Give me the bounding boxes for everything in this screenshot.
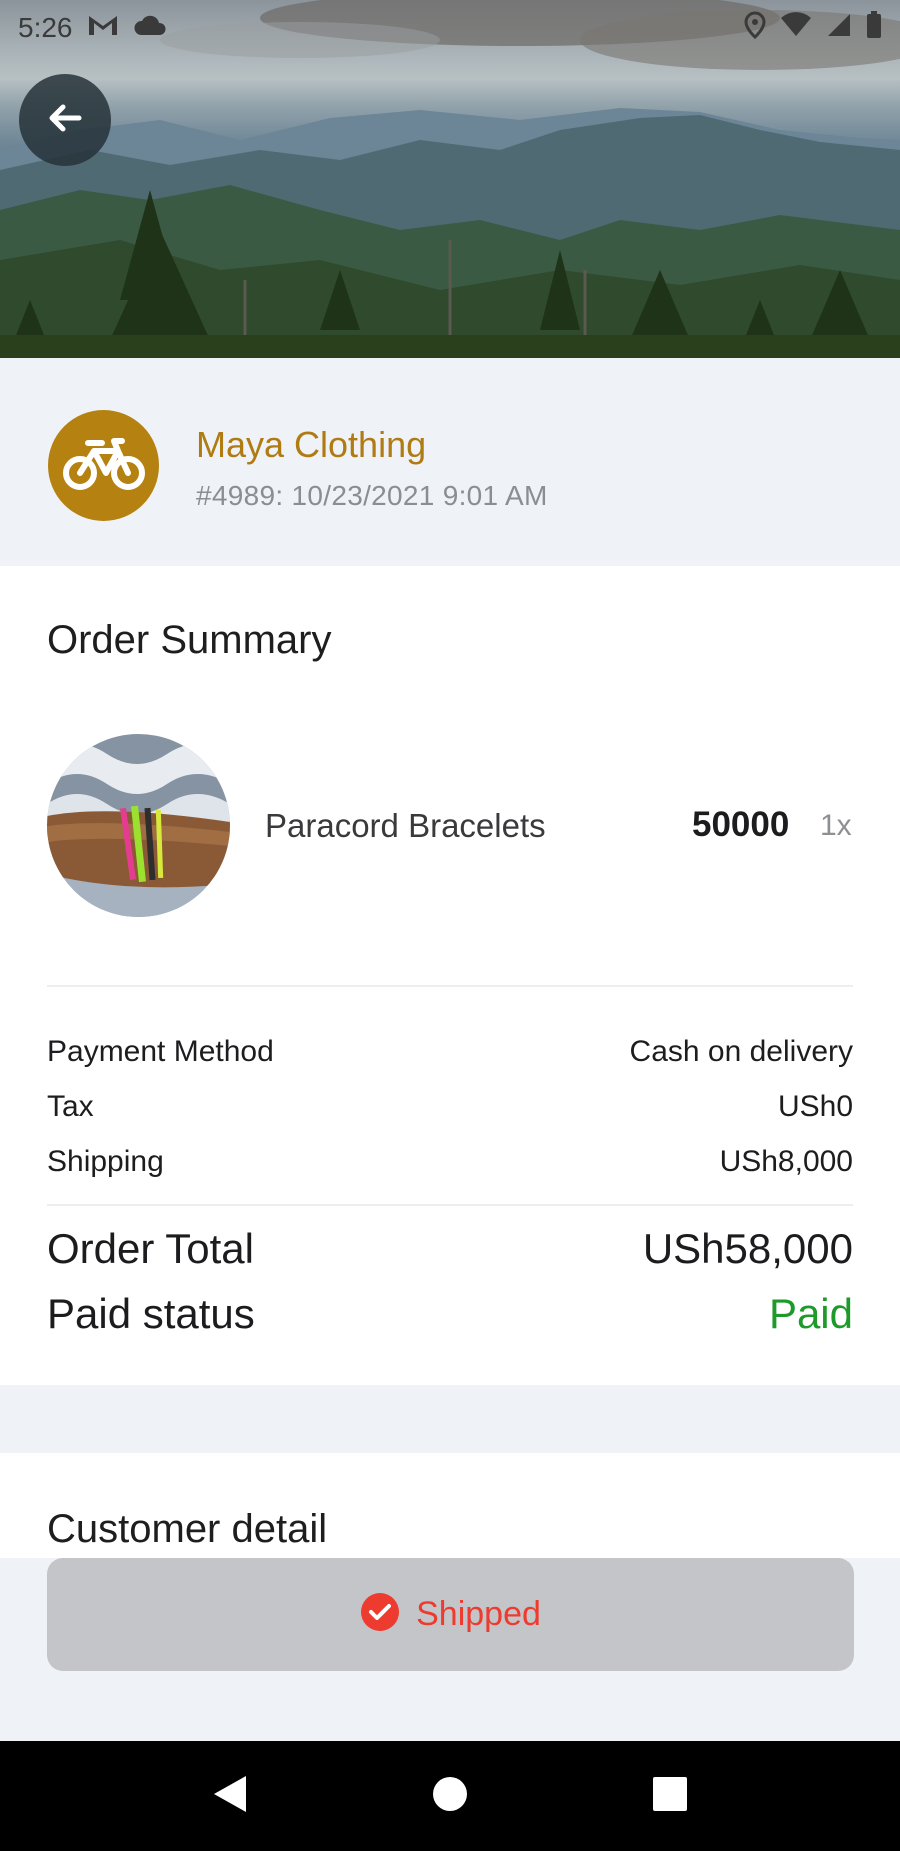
shipped-label: Shipped	[416, 1595, 541, 1633]
paid-status-label: Paid status	[47, 1290, 255, 1337]
store-name[interactable]: Maya Clothing	[196, 424, 426, 466]
order-total-label: Order Total	[47, 1225, 254, 1272]
order-summary-title: Order Summary	[47, 618, 332, 662]
divider	[47, 985, 853, 987]
store-avatar	[48, 410, 159, 521]
wifi-icon	[780, 11, 812, 45]
home-circle-icon[interactable]	[430, 1774, 470, 1819]
order-total-value: USh58,000	[642, 1225, 853, 1272]
tax-row: Tax USh0	[47, 1090, 853, 1124]
customer-detail-title: Customer detail	[47, 1507, 328, 1551]
recents-square-icon[interactable]	[650, 1774, 690, 1819]
divider	[47, 1204, 853, 1206]
status-time: 5:26	[18, 12, 73, 43]
order-meta: #4989: 10/23/2021 9:01 AM	[196, 480, 548, 511]
cloud-icon	[133, 12, 167, 44]
product-quantity: 1x	[820, 809, 852, 842]
tax-value: USh0	[777, 1090, 853, 1123]
shipping-value: USh8,000	[719, 1145, 853, 1178]
store-header: Maya Clothing #4989: 10/23/2021 9:01 AM	[0, 358, 900, 566]
shipped-button[interactable]: Shipped	[47, 1558, 854, 1671]
product-price: 50000	[692, 805, 790, 844]
product-image[interactable]	[47, 734, 230, 917]
bicycle-icon	[62, 435, 146, 496]
customer-detail-card: Customer detail	[0, 1453, 900, 1558]
shipping-row: Shipping USh8,000	[47, 1145, 853, 1179]
order-total-row: Order Total USh58,000	[47, 1225, 853, 1273]
action-area: Shipped	[0, 1558, 900, 1741]
back-button[interactable]	[19, 74, 111, 166]
battery-icon	[866, 10, 882, 46]
location-icon	[744, 10, 766, 46]
header-image: 5:26	[0, 0, 900, 358]
payment-method-row: Payment Method Cash on delivery	[47, 1035, 853, 1069]
arrow-left-icon	[43, 96, 87, 145]
paid-status-row: Paid status Paid	[47, 1290, 853, 1338]
paid-status-value: Paid	[768, 1290, 853, 1337]
status-bar: 5:26	[0, 0, 900, 56]
product-name: Paracord Bracelets	[265, 807, 546, 844]
tax-label: Tax	[47, 1090, 94, 1123]
shipping-label: Shipping	[47, 1145, 164, 1178]
payment-method-label: Payment Method	[47, 1035, 274, 1068]
order-summary-card: Order Summary Paracord Bracelets 50000 1…	[0, 566, 900, 1385]
system-nav-bar	[0, 1741, 900, 1851]
section-gap	[0, 1385, 900, 1453]
payment-method-value: Cash on delivery	[629, 1035, 853, 1068]
gmail-icon	[87, 12, 119, 44]
check-circle-icon	[360, 1592, 400, 1637]
back-triangle-icon[interactable]	[210, 1772, 250, 1821]
cellular-icon	[826, 12, 852, 45]
